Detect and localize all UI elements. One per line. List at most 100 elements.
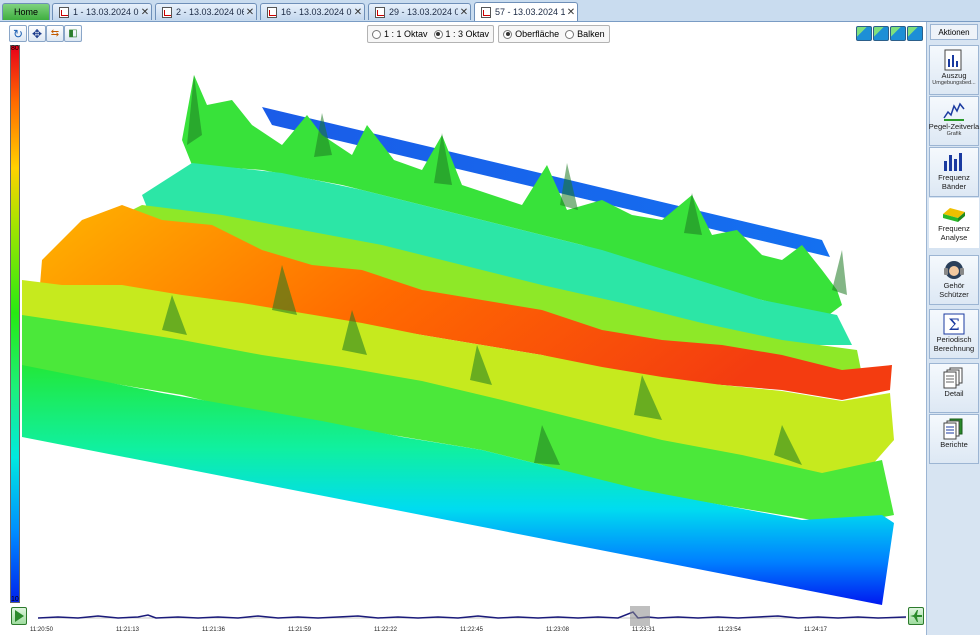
close-icon[interactable]: ✕ xyxy=(458,7,470,18)
fly-to-button[interactable] xyxy=(908,607,924,625)
level-time-chart-icon xyxy=(943,102,965,121)
tab-3[interactable]: 16 - 13.03.2024 07:26✕ xyxy=(260,3,365,20)
sidebar-item-frequenz-analyse[interactable]: Frequenz Analyse xyxy=(929,198,979,248)
frequency-analysis-3d-surface[interactable] xyxy=(22,45,925,605)
radio-label: 1 : 1 Oktav xyxy=(384,29,428,39)
report-chart-icon xyxy=(944,49,962,71)
timeline-tick: 11:23:54 xyxy=(718,627,741,633)
sidebar-item-label: Auszug xyxy=(941,71,967,80)
scale-min-label: 10 xyxy=(11,596,19,603)
tab-label: 2 - 13.03.2024 06:51 xyxy=(176,7,244,17)
move-icon: ✥ xyxy=(31,26,43,41)
sidebar-item-detail[interactable]: Detail xyxy=(929,363,979,413)
move-button[interactable]: ✥ xyxy=(28,25,46,42)
sidebar-item-label-line2: Analyse xyxy=(940,233,968,242)
tab-1[interactable]: 1 - 13.03.2024 06:49✕ xyxy=(52,3,152,20)
timeline-tick: 11:21:13 xyxy=(116,627,139,633)
sidebar-header: Aktionen xyxy=(930,24,978,40)
sidebar-item-label-line2: Schützer xyxy=(939,290,969,299)
timeline-tick: 11:23:31 xyxy=(632,627,655,633)
rotate-button[interactable]: ↻ xyxy=(9,25,27,42)
tab-home[interactable]: Home xyxy=(2,3,50,20)
timeline-tick: 11:20:50 xyxy=(30,627,53,633)
timeline-level-trace xyxy=(38,611,906,619)
close-icon[interactable]: ✕ xyxy=(352,7,364,18)
sidebar-item-label-line2: Berechnung xyxy=(933,344,975,353)
view-button[interactable]: ◧ xyxy=(64,25,82,42)
radio-on-icon xyxy=(433,29,443,39)
play-button[interactable] xyxy=(11,607,27,625)
frequency-analysis-icon xyxy=(943,208,965,222)
view-cube-2-icon[interactable] xyxy=(873,26,889,41)
sidebar-item-label: Frequenz xyxy=(938,173,970,182)
timeline-tick: 11:21:36 xyxy=(202,627,225,633)
tab-label: 29 - 13.03.2024 09:03 xyxy=(389,7,458,17)
close-icon[interactable]: ✕ xyxy=(139,7,151,18)
scale-max-label: 80 xyxy=(11,45,19,52)
view-cube-4-icon[interactable] xyxy=(907,26,923,41)
timeline-tick: 11:21:59 xyxy=(288,627,311,633)
close-icon[interactable]: ✕ xyxy=(244,7,256,18)
octave-1-1-radio[interactable]: 1 : 1 Oktav xyxy=(372,29,428,39)
octave-1-3-radio[interactable]: 1 : 3 Oktav xyxy=(433,29,490,39)
color-scale-bar xyxy=(10,45,20,603)
svg-text:Σ: Σ xyxy=(948,315,959,334)
sidebar-item-gehoerschuetzer[interactable]: Gehör Schützer xyxy=(929,255,979,305)
tab-2[interactable]: 2 - 13.03.2024 06:51✕ xyxy=(155,3,257,20)
tab-bar: Home 1 - 13.03.2024 06:49✕ 2 - 13.03.202… xyxy=(0,0,980,22)
sidebar-item-periodisch-berechnung[interactable]: Σ Periodisch Berechnung xyxy=(929,309,979,359)
timeline-tick: 11:24:17 xyxy=(804,627,827,633)
sidebar-item-sublabel: Grafik xyxy=(946,131,962,137)
sidebar-item-label: Detail xyxy=(944,389,964,398)
radio-off-icon xyxy=(372,29,381,39)
display-type-selector: Oberfläche Balken xyxy=(498,25,610,43)
display-options: 1 : 1 Oktav 1 : 3 Oktav Oberfläche Balke… xyxy=(367,25,610,43)
sidebar-item-label: Berichte xyxy=(940,440,968,449)
sidebar-item-label-line2: Bänder xyxy=(941,182,967,191)
sidebar-item-label: Frequenz xyxy=(938,224,970,233)
airplane-icon xyxy=(910,610,922,622)
sidebar-item-sublabel: Umgebungsbed... xyxy=(932,80,976,86)
tab-5-active[interactable]: 57 - 13.03.2024 11:20✕ xyxy=(474,2,578,21)
radio-on-icon xyxy=(503,29,513,39)
timeline-tick: 11:22:45 xyxy=(460,627,483,633)
radio-label: Balken xyxy=(577,29,605,39)
sidebar-item-label: Pegel-Zeitverla xyxy=(928,122,980,131)
play-icon xyxy=(15,610,24,622)
surface-radio[interactable]: Oberfläche xyxy=(503,29,559,39)
reports-icon xyxy=(943,418,963,440)
tab-4[interactable]: 29 - 13.03.2024 09:03✕ xyxy=(368,3,471,20)
level-timeline[interactable] xyxy=(38,606,906,626)
radio-label: 1 : 3 Oktav xyxy=(445,29,490,39)
sidebar-item-label: Gehör xyxy=(943,281,965,290)
flip-icon: ⇆ xyxy=(50,28,60,39)
radio-label: Oberfläche xyxy=(515,29,560,39)
flip-button[interactable]: ⇆ xyxy=(46,25,64,42)
tab-label: 16 - 13.03.2024 07:26 xyxy=(281,7,352,17)
sidebar-item-berichte[interactable]: Berichte xyxy=(929,414,979,464)
radio-off-icon xyxy=(565,29,575,39)
hearing-protector-icon xyxy=(944,261,964,279)
view-cube-1-icon[interactable] xyxy=(856,26,872,41)
frequency-bands-icon xyxy=(944,153,962,171)
timeline-tick: 11:22:22 xyxy=(374,627,397,633)
actions-sidebar: Aktionen Auszug Umgebungsbed... Pegel-Ze… xyxy=(926,22,980,635)
chart-doc-icon xyxy=(59,6,69,18)
timeline-tick: 11:23:08 xyxy=(546,627,569,633)
chart-doc-icon xyxy=(267,6,277,18)
tab-label: Home xyxy=(13,7,38,17)
sigma-icon: Σ xyxy=(943,313,965,335)
bars-radio[interactable]: Balken xyxy=(565,29,605,39)
sidebar-item-pegel-zeitverlauf[interactable]: Pegel-Zeitverla Grafik xyxy=(929,96,979,146)
timeline-selection-window[interactable] xyxy=(630,606,650,626)
close-icon[interactable]: ✕ xyxy=(565,7,577,18)
view-cube-3-icon[interactable] xyxy=(890,26,906,41)
sidebar-item-frequenz-baender[interactable]: Frequenz Bänder xyxy=(929,147,979,197)
octave-selector: 1 : 1 Oktav 1 : 3 Oktav xyxy=(367,25,495,43)
tab-label: 1 - 13.03.2024 06:49 xyxy=(73,7,139,17)
tab-label: 57 - 13.03.2024 11:20 xyxy=(495,7,565,17)
chart-doc-icon xyxy=(375,6,385,18)
chart-doc-icon xyxy=(162,6,172,18)
sidebar-item-auszug[interactable]: Auszug Umgebungsbed... xyxy=(929,45,979,95)
sidebar-item-label: Periodisch xyxy=(936,335,972,344)
